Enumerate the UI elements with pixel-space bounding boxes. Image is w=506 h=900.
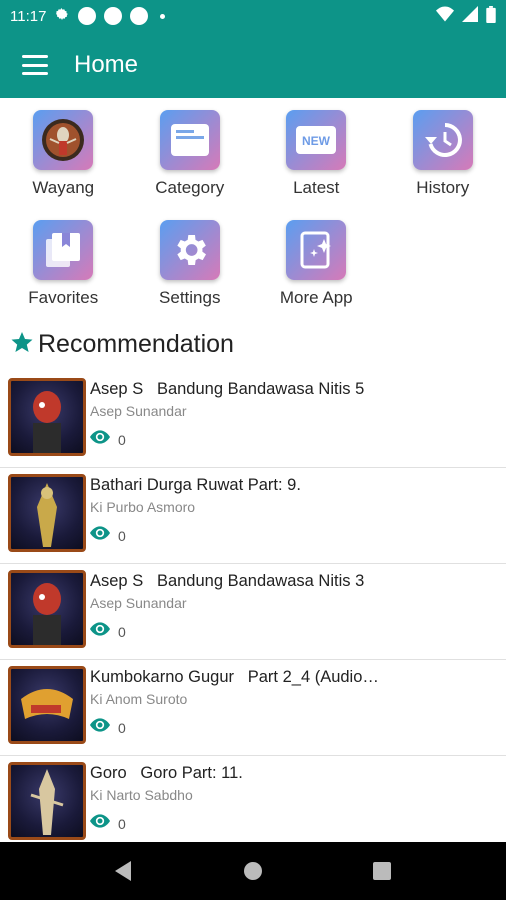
views-count: 0	[118, 719, 126, 736]
notification-dot-icon	[78, 7, 97, 25]
item-info: Goro Goro Part: 11. Ki Narto Sabdho 0	[90, 762, 470, 833]
views-count: 0	[118, 815, 126, 832]
recents-icon[interactable]	[362, 851, 402, 891]
list-item[interactable]: Asep S Bandung Bandawasa Nitis 5 Asep Su…	[0, 372, 506, 468]
star-icon	[10, 330, 34, 359]
home-icon[interactable]	[233, 851, 273, 891]
more-notifications-icon	[160, 13, 166, 19]
more-app-icon	[286, 220, 347, 280]
item-title: Asep S Bandung Bandawasa Nitis 5	[90, 380, 365, 398]
menu-item-category[interactable]: Category	[127, 100, 254, 204]
recommendation-list: Asep S Bandung Bandawasa Nitis 5 Asep Su…	[0, 372, 506, 852]
status-time: 11:17	[10, 7, 47, 25]
item-title: Kumbokarno Gugur Part 2_4 (Audio…	[90, 668, 379, 686]
item-views: 0	[90, 814, 470, 833]
back-icon[interactable]	[104, 851, 144, 891]
menu-item-wayang[interactable]: Wayang	[0, 100, 127, 204]
menu-item-latest[interactable]: NEW Latest	[253, 100, 380, 204]
history-icon	[412, 110, 473, 170]
svg-text:NEW: NEW	[302, 134, 331, 148]
item-views: 0	[90, 526, 470, 545]
video-thumbnail	[8, 474, 86, 552]
wifi-icon	[436, 6, 454, 26]
list-item[interactable]: Bathari Durga Ruwat Part: 9. Ki Purbo As…	[0, 468, 506, 564]
item-info: Asep S Bandung Bandawasa Nitis 5 Asep Su…	[90, 378, 470, 449]
wayang-puppet-icon	[33, 110, 94, 170]
notification-dot-icon	[130, 7, 149, 25]
eye-icon	[90, 814, 110, 833]
list-item[interactable]: Kumbokarno Gugur Part 2_4 (Audio… Ki Ano…	[0, 660, 506, 756]
eye-icon	[90, 526, 110, 545]
battery-icon	[486, 5, 496, 27]
item-title: Bathari Durga Ruwat Part: 9.	[90, 476, 301, 494]
item-author: Asep Sunandar	[90, 595, 187, 611]
menu-item-label: History	[416, 178, 470, 197]
eye-icon	[90, 430, 110, 449]
item-title: Goro Goro Part: 11.	[90, 764, 243, 782]
page-title: Home	[74, 51, 139, 78]
video-thumbnail	[8, 378, 86, 456]
views-count: 0	[118, 527, 126, 544]
item-author: Ki Anom Suroto	[90, 691, 188, 707]
gear-icon	[159, 220, 220, 280]
app-bar: Home	[0, 32, 506, 98]
eye-icon	[90, 718, 110, 737]
recommendation-header: Recommendation	[10, 326, 234, 362]
item-views: 0	[90, 430, 470, 449]
video-thumbnail	[8, 570, 86, 648]
views-count: 0	[118, 623, 126, 640]
signal-icon	[462, 6, 478, 26]
menu-item-label: More App	[279, 288, 353, 307]
status-left: 11:17	[10, 6, 166, 26]
list-item[interactable]: Goro Goro Part: 11. Ki Narto Sabdho 0	[0, 756, 506, 852]
item-title: Asep S Bandung Bandawasa Nitis 3	[90, 572, 365, 590]
item-author: Ki Purbo Asmoro	[90, 499, 196, 515]
item-author: Ki Narto Sabdho	[90, 787, 193, 803]
eye-icon	[90, 622, 110, 641]
menu-item-label: Wayang	[32, 178, 95, 197]
video-thumbnail	[8, 666, 86, 744]
item-views: 0	[90, 622, 470, 641]
category-card-icon	[159, 110, 220, 170]
menu-item-label: Latest	[293, 178, 340, 197]
menu-item-settings[interactable]: Settings	[127, 210, 254, 314]
item-info: Bathari Durga Ruwat Part: 9. Ki Purbo As…	[90, 474, 470, 545]
home-menu-grid: Wayang Category NEW Latest History Favor…	[0, 100, 506, 314]
item-views: 0	[90, 718, 470, 737]
status-bar: 11:17	[0, 0, 506, 32]
menu-item-label: Favorites	[28, 288, 99, 307]
section-title: Recommendation	[38, 329, 234, 358]
system-nav-bar	[0, 842, 506, 900]
menu-item-favorites[interactable]: Favorites	[0, 210, 127, 314]
notification-dot-icon	[104, 7, 123, 25]
item-info: Asep S Bandung Bandawasa Nitis 3 Asep Su…	[90, 570, 470, 641]
hamburger-menu-icon[interactable]	[22, 55, 48, 75]
menu-item-more-app[interactable]: More App	[253, 210, 380, 314]
video-thumbnail	[8, 762, 86, 840]
menu-item-label: Settings	[159, 288, 221, 307]
list-item[interactable]: Asep S Bandung Bandawasa Nitis 3 Asep Su…	[0, 564, 506, 660]
menu-item-label: Category	[155, 178, 225, 197]
item-author: Asep Sunandar	[90, 403, 187, 419]
status-right	[436, 5, 496, 27]
new-badge-icon: NEW	[286, 110, 347, 170]
settings-status-icon	[54, 6, 70, 26]
menu-item-history[interactable]: History	[380, 100, 506, 204]
views-count: 0	[118, 431, 126, 448]
bookmark-icon	[33, 220, 94, 280]
item-info: Kumbokarno Gugur Part 2_4 (Audio… Ki Ano…	[90, 666, 470, 737]
